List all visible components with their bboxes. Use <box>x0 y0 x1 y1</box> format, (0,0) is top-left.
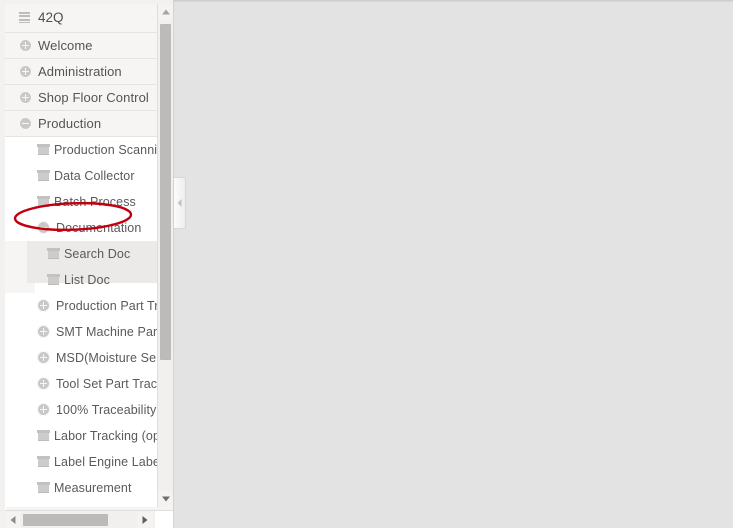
plus-circle-icon[interactable] <box>37 350 50 364</box>
scroll-left-button[interactable] <box>5 511 21 528</box>
panel-collapse-handle[interactable] <box>174 177 186 229</box>
plus-circle-icon[interactable] <box>37 376 50 390</box>
list-grid-icon <box>19 11 30 23</box>
navigation-tree: 42Q Welcome Administration Shop Floor Cont… <box>5 4 160 507</box>
nav-item-measurement[interactable]: Measurement <box>5 475 160 501</box>
nav-item-production-part-traceability[interactable]: Production Part Traceability <box>5 293 160 319</box>
vertical-scroll-thumb[interactable] <box>160 24 171 360</box>
nav-item-label: Labor Tracking (operations) <box>54 429 160 443</box>
nav-item-welcome[interactable]: Welcome <box>5 33 160 59</box>
nav-item-label: Data Collector <box>54 169 135 183</box>
vertical-scrollbar[interactable] <box>157 4 173 507</box>
nav-item-label: 100% Traceability <box>56 403 157 417</box>
nav-item-smt-machine-part-traceability[interactable]: SMT Machine Part Traceability <box>5 319 160 345</box>
nav-item-label: Documentation <box>56 221 142 235</box>
folder-icon <box>47 273 60 285</box>
nav-item-label: SMT Machine Part Traceability <box>56 325 160 339</box>
plus-circle-icon[interactable] <box>37 298 50 312</box>
nav-item-label: List Doc <box>64 273 110 287</box>
navigation-panel-inner: 42Q Welcome Administration Shop Floor Cont… <box>5 4 173 528</box>
triangle-left-icon <box>10 515 16 524</box>
horizontal-scrollbar[interactable] <box>5 510 173 528</box>
nav-item-msd-moisture-sensitive-devices[interactable]: MSD(Moisture Sensitive Devices) <box>5 345 160 371</box>
nav-item-label: Tool Set Part Traceability <box>56 377 160 391</box>
nav-item-label: Production Part Traceability <box>56 299 160 313</box>
folder-icon <box>37 455 50 467</box>
folder-icon <box>37 169 50 181</box>
plus-circle-icon[interactable] <box>37 402 50 416</box>
nav-item-label: Production <box>38 116 102 131</box>
nav-item-label: MSD(Moisture Sensitive Devices) <box>56 351 160 365</box>
scroll-down-button[interactable] <box>158 491 173 507</box>
nav-item-label: Label Engine Labels <box>54 455 160 469</box>
plus-circle-icon[interactable] <box>19 38 32 52</box>
triangle-up-icon <box>161 9 170 15</box>
minus-circle-icon[interactable] <box>19 116 32 130</box>
scroll-right-button[interactable] <box>137 511 153 528</box>
nav-item-label-engine-labels[interactable]: Label Engine Labels <box>5 449 160 475</box>
scrollbar-corner <box>155 511 173 528</box>
application-window: 42Q Welcome Administration Shop Floor Cont… <box>0 0 733 528</box>
nav-item-search-doc[interactable]: Search Doc <box>5 241 160 267</box>
folder-icon <box>37 481 50 493</box>
nav-item-documentation[interactable]: Documentation <box>5 215 160 241</box>
nav-item-administration[interactable]: Administration <box>5 59 160 85</box>
plus-circle-icon[interactable] <box>19 64 32 78</box>
nav-item-labor-tracking-operations[interactable]: Labor Tracking (operations) <box>5 423 160 449</box>
folder-icon <box>47 247 60 259</box>
nav-item-label: Measurement <box>54 481 132 495</box>
nav-item-production-scanning[interactable]: Production Scanning <box>5 137 160 163</box>
triangle-down-icon <box>161 496 170 502</box>
folder-icon <box>37 195 50 207</box>
plus-circle-icon[interactable] <box>37 324 50 338</box>
horizontal-scroll-thumb[interactable] <box>23 514 108 526</box>
nav-item-label: Administration <box>38 64 122 79</box>
nav-item-data-collector[interactable]: Data Collector <box>5 163 160 189</box>
nav-item-100-traceability[interactable]: 100% Traceability <box>5 397 160 423</box>
nav-item-label: Welcome <box>38 38 93 53</box>
brand-row[interactable]: 42Q <box>5 4 160 33</box>
nav-item-tool-set-part-traceability[interactable]: Tool Set Part Traceability <box>5 371 160 397</box>
triangle-right-icon <box>142 515 148 524</box>
nav-item-label: Production Scanning <box>54 143 160 157</box>
nav-item-label: Batch Process <box>54 195 136 209</box>
main-content-area <box>174 0 733 528</box>
nav-item-shop-floor-control[interactable]: Shop Floor Control <box>5 85 160 111</box>
plus-circle-icon[interactable] <box>19 90 32 104</box>
navigation-tree-viewport[interactable]: 42Q Welcome Administration Shop Floor Cont… <box>5 4 160 507</box>
navigation-panel: 42Q Welcome Administration Shop Floor Cont… <box>0 0 174 528</box>
nav-item-list-doc[interactable]: List Doc <box>5 267 160 293</box>
nav-item-label: Search Doc <box>64 247 131 261</box>
folder-icon <box>37 429 50 441</box>
nav-item-batch-process[interactable]: Batch Process <box>5 189 160 215</box>
chevron-left-icon <box>177 199 182 207</box>
minus-circle-icon[interactable] <box>37 220 50 234</box>
nav-item-integration-scanning[interactable]: Integration Scanning <box>5 501 160 507</box>
nav-item-production[interactable]: Production <box>5 111 160 137</box>
brand-label: 42Q <box>38 10 64 25</box>
scroll-up-button[interactable] <box>158 4 173 20</box>
nav-item-label: Shop Floor Control <box>38 90 149 105</box>
navigation-items: Welcome Administration Shop Floor Control P… <box>5 33 160 507</box>
folder-icon <box>37 143 50 155</box>
